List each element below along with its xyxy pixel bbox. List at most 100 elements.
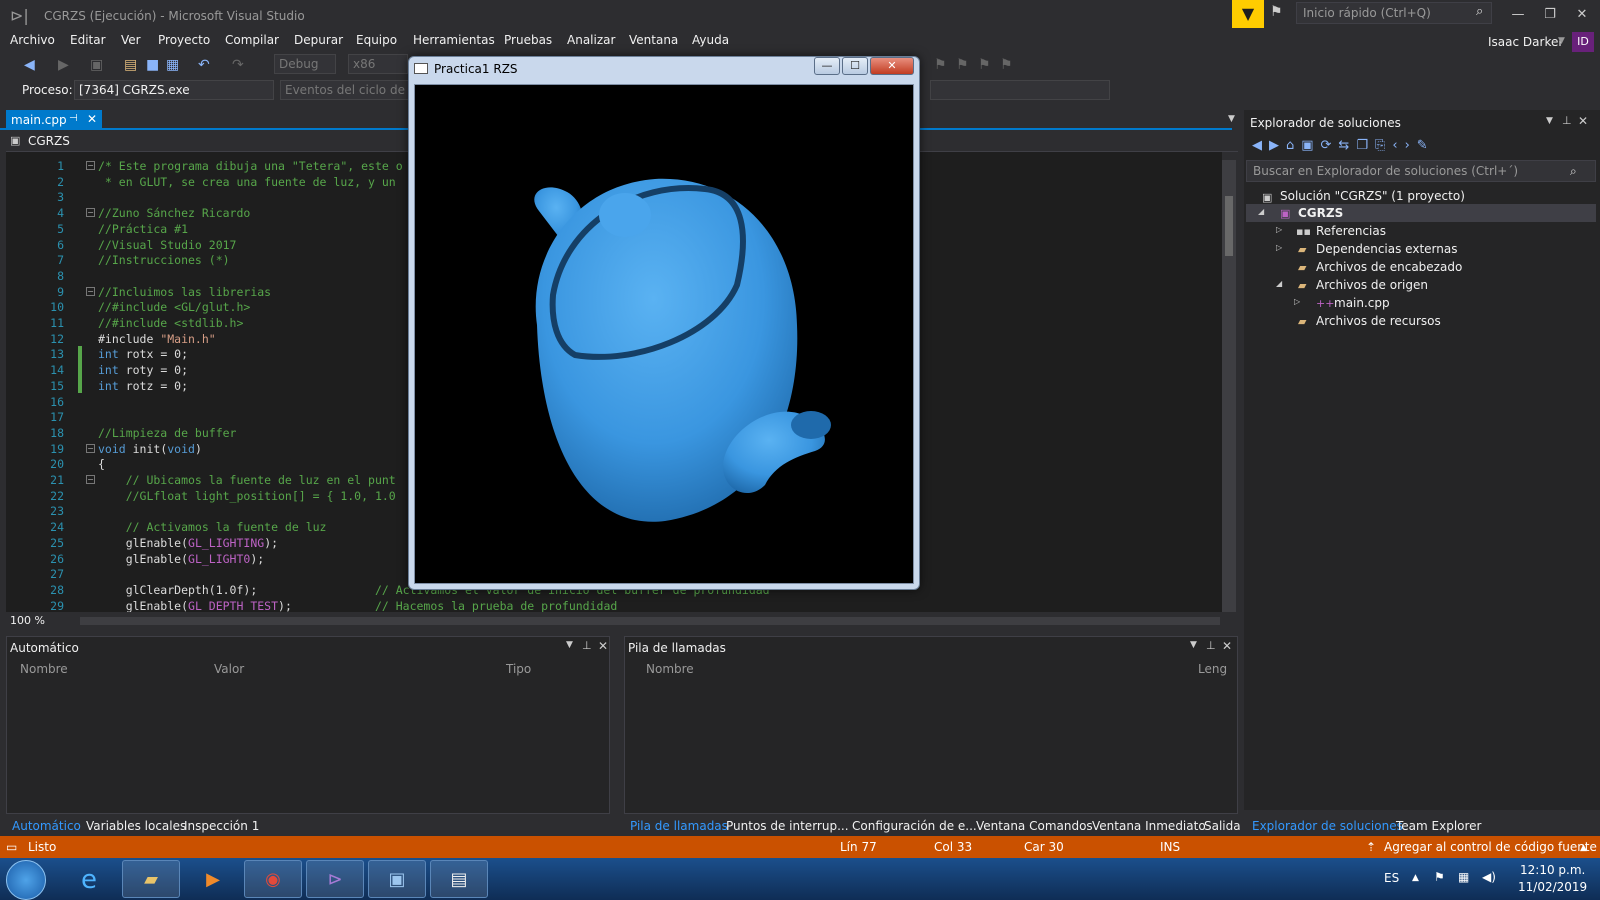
upload-icon[interactable]: ⇡ (1366, 840, 1376, 854)
forward-icon[interactable]: ▶ (58, 57, 69, 73)
tree-references[interactable]: Referencias (1316, 224, 1386, 238)
clock-time[interactable]: 12:10 p.m. (1520, 863, 1585, 877)
code-line[interactable]: glEnable(GL_LIGHTING); (98, 535, 278, 551)
code-line[interactable]: int rotz = 0; (98, 378, 188, 394)
chevron-down-icon[interactable]: ▼ (1546, 116, 1553, 126)
thread-select[interactable] (930, 80, 1110, 100)
tab-output[interactable]: Salida (1204, 819, 1241, 833)
gl-maximize-button[interactable]: ☐ (842, 57, 868, 75)
pin-icon[interactable]: ⊥ (1562, 114, 1572, 127)
menu-depurar[interactable]: Depurar (294, 33, 343, 47)
tree-solution[interactable]: Solución "CGRZS" (1 proyecto) (1280, 189, 1465, 203)
chevron-down-icon[interactable]: ▼ (1558, 36, 1565, 46)
bookmark-next-icon[interactable]: ⚑ (978, 57, 991, 73)
tree-project[interactable]: CGRZS (1298, 206, 1343, 220)
restore-button[interactable]: ❐ (1538, 4, 1562, 26)
menu-ventana[interactable]: Ventana (629, 33, 678, 47)
code-line[interactable]: //GLfloat light_position[] = { 1.0, 1.0 (98, 488, 396, 504)
code-line[interactable]: #include "Main.h" (98, 331, 216, 347)
configuration-select[interactable]: Debug (274, 54, 336, 74)
file-explorer-icon[interactable]: ▰ (122, 860, 180, 898)
flag-icon[interactable]: ⚑ (1434, 870, 1445, 884)
code-line[interactable]: //#include <GL/glut.h> (98, 299, 250, 315)
internet-explorer-icon[interactable]: e (60, 860, 118, 898)
avatar[interactable]: ID (1572, 32, 1594, 52)
expanded-arrow-icon[interactable]: ◢ (1258, 207, 1264, 216)
visual-studio-icon[interactable]: ⊳ (306, 860, 364, 898)
chevron-up-icon[interactable]: ▲ (1412, 873, 1419, 883)
solution-toolbar-icons[interactable]: ◀▶⌂▣⟳⇆❐⎘‹›✎ (1252, 138, 1542, 156)
save-all-icon[interactable]: ▦ (166, 57, 179, 73)
new-project-icon[interactable]: ▣ (90, 57, 103, 73)
menu-pruebas[interactable]: Pruebas (504, 33, 552, 47)
code-line[interactable]: //Limpieza de buffer (98, 425, 236, 441)
tree-source-files[interactable]: Archivos de origen (1316, 278, 1428, 292)
bookmark-icon[interactable]: ⚑ (934, 57, 947, 73)
practica-window-icon[interactable]: ▤ (430, 860, 488, 898)
open-file-icon[interactable]: ▤ (124, 57, 137, 73)
close-icon[interactable]: ✕ (1222, 639, 1232, 653)
code-line[interactable]: // Activamos la fuente de luz (98, 519, 327, 535)
code-line[interactable]: /* Este programa dibuja una "Tetera", es… (98, 158, 403, 174)
expanded-arrow-icon[interactable]: ◢ (1276, 279, 1282, 288)
opengl-canvas[interactable] (414, 84, 914, 584)
column-header-nombre[interactable]: Nombre (20, 662, 68, 676)
undo-icon[interactable]: ↶ (198, 57, 210, 73)
fold-toggle-icon[interactable]: − (86, 286, 95, 296)
search-icon[interactable]: ⌕ (1476, 4, 1483, 19)
menu-ayuda[interactable]: Ayuda (692, 33, 729, 47)
tab-local-variables[interactable]: Variables locales (86, 819, 186, 833)
tab-team-explorer[interactable]: Team Explorer (1396, 819, 1482, 833)
bookmark-clear-icon[interactable]: ⚑ (1000, 57, 1013, 73)
tab-immediate-window[interactable]: Ventana Inmediato (1092, 819, 1206, 833)
redo-icon[interactable]: ↷ (232, 57, 244, 73)
code-line[interactable]: int roty = 0; (98, 362, 188, 378)
quick-launch-input[interactable]: Inicio rápido (Ctrl+Q) (1296, 2, 1492, 24)
process-select[interactable]: [7364] CGRZS.exe (74, 80, 274, 100)
code-line[interactable]: glEnable(GL_LIGHT0); (98, 551, 265, 567)
pin-icon[interactable]: ⊥ (1206, 639, 1216, 652)
media-player-icon[interactable]: ▶ (184, 860, 242, 898)
code-line[interactable]: //Práctica #1 (98, 221, 188, 237)
gl-close-button[interactable]: ✕ (870, 57, 914, 75)
minimize-button[interactable]: — (1506, 4, 1530, 26)
close-icon[interactable]: ✕ (1578, 114, 1588, 128)
code-line[interactable]: void init(void) (98, 441, 202, 457)
platform-select[interactable]: x86 (348, 54, 408, 74)
collapsed-arrow-icon[interactable]: ▷ (1294, 297, 1300, 306)
collapsed-arrow-icon[interactable]: ▷ (1276, 243, 1282, 252)
menu-compilar[interactable]: Compilar (225, 33, 279, 47)
fold-toggle-icon[interactable]: − (86, 208, 95, 218)
chevron-up-icon[interactable]: ▲ (1580, 843, 1587, 853)
add-source-control-button[interactable]: Agregar al control de código fuente (1384, 840, 1597, 854)
code-line[interactable]: //Incluimos las librerias (98, 284, 271, 300)
solution-search-input[interactable]: Buscar en Explorador de soluciones (Ctrl… (1246, 160, 1596, 182)
console-window-icon[interactable]: ▣ (368, 860, 426, 898)
code-line[interactable]: int rotx = 0; (98, 346, 188, 362)
tab-watch-1[interactable]: Inspección 1 (184, 819, 259, 833)
code-line[interactable]: glEnable(GL_DEPTH_TEST); // Hacemos la p… (98, 598, 618, 612)
chevron-down-icon[interactable]: ▼ (1190, 640, 1197, 650)
clock-date[interactable]: 11/02/2019 (1518, 880, 1587, 894)
code-line[interactable]: // Ubicamos la fuente de luz en el punt (98, 472, 396, 488)
language-indicator[interactable]: ES (1384, 871, 1399, 885)
column-header-lenguaje[interactable]: Leng (1198, 662, 1227, 676)
pin-icon[interactable]: ⊥ (582, 639, 592, 652)
column-header-valor[interactable]: Valor (214, 662, 244, 676)
tab-autos[interactable]: Automático (12, 819, 81, 833)
start-button[interactable] (6, 860, 46, 900)
network-icon[interactable]: ▦ (1458, 870, 1469, 884)
tab-command-window[interactable]: Ventana Comandos (976, 819, 1093, 833)
menu-ver[interactable]: Ver (121, 33, 141, 47)
menu-proyecto[interactable]: Proyecto (158, 33, 210, 47)
tab-call-stack[interactable]: Pila de llamadas (630, 819, 728, 833)
code-line[interactable]: //Visual Studio 2017 (98, 237, 236, 253)
tree-external-dependencies[interactable]: Dependencias externas (1316, 242, 1457, 256)
back-icon[interactable]: ◀ (24, 57, 35, 73)
menu-analizar[interactable]: Analizar (567, 33, 615, 47)
editor-horizontal-scrollbar[interactable] (80, 617, 1220, 625)
save-icon[interactable]: ■ (146, 57, 159, 73)
user-name[interactable]: Isaac Darker (1488, 35, 1563, 49)
close-icon[interactable]: ✕ (598, 639, 608, 653)
menu-herramientas[interactable]: Herramientas (413, 33, 495, 47)
